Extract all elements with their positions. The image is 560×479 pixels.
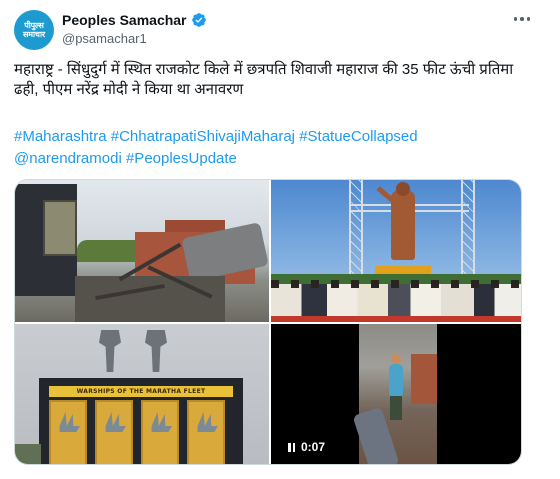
mention-link[interactable]: @narendramodi [14,150,122,167]
more-options-icon[interactable] [512,12,532,26]
tweet-hashtags: #Maharashtra #ChhatrapatiShivajiMaharaj … [14,126,519,170]
hashtag-link[interactable]: #PeoplesUpdate [126,150,237,167]
photo-information-board[interactable]: WARSHIPS OF THE MARATHA FLEET [15,324,269,464]
video-player[interactable]: 0:07 [271,324,521,464]
photo-dignitaries-heads [271,280,521,288]
video-person-legs [390,396,402,420]
photo-board-panel [49,400,87,464]
photo-board-panel [187,400,225,464]
photo-collapsed-statue[interactable] [15,180,269,322]
photo-stage [271,316,521,322]
video-duration-badge[interactable]: 0:07 [281,437,333,457]
photo-sculpture [99,330,121,372]
pause-icon[interactable] [288,442,295,452]
photo-board-panel [141,400,179,464]
hashtag-link[interactable]: #StatueCollapsed [299,128,417,145]
author-display-name[interactable]: Peoples Samachar [62,12,187,28]
verified-badge-icon [191,13,206,27]
tweet-text: महाराष्ट्र - सिंधुदुर्ग में स्थित राजकोट… [14,61,514,98]
video-person [389,364,403,396]
author-name-row: Peoples Samachar [62,12,207,28]
hashtag-link[interactable]: #Maharashtra [14,128,107,145]
photo-board-title: WARSHIPS OF THE MARATHA FLEET [49,386,233,397]
photo-statue [391,190,415,260]
video-person-head [391,354,401,364]
avatar[interactable]: पीपुल्स समाचार [14,10,54,50]
media-grid: WARSHIPS OF THE MARATHA FLEET 0:07 [14,179,522,465]
video-wall [411,354,437,404]
photo-statue-unveiling[interactable] [271,180,521,322]
photo-statue-head [396,182,410,196]
author-handle[interactable]: @psamachar1 [62,31,147,46]
video-duration: 0:07 [301,440,326,454]
photo-pedestal-panel [43,200,77,256]
hashtag-link[interactable]: #ChhatrapatiShivajiMaharaj [111,128,295,145]
photo-board-panel [95,400,133,464]
avatar-text-line1: पीपुल्स [24,21,44,30]
photo-trees [15,444,41,464]
avatar-text-line2: समाचार [23,30,45,39]
photo-sculpture [145,330,167,372]
